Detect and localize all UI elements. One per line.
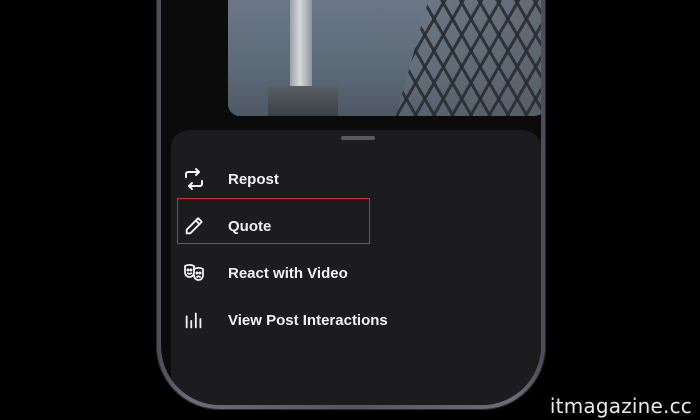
theater-masks-icon [181,260,207,286]
repost-icon [181,166,207,192]
menu-item-view-post-interactions-label: View Post Interactions [228,311,388,329]
post-media-image[interactable] [228,0,541,116]
sheet-grabber-handle[interactable] [341,136,375,140]
menu-item-repost-label: Repost [228,170,279,188]
watermark-text: itmagazine.cc [549,394,692,418]
media-rocket-base [268,86,338,116]
menu-item-repost[interactable]: Repost [171,159,541,199]
menu-item-view-post-interactions[interactable]: View Post Interactions [171,300,541,340]
menu-item-react-with-video-label: React with Video [228,264,348,282]
highlight-annotation-box [177,198,370,244]
media-rocket [290,0,312,98]
phone-screen: Repost Quote React with Video View Post … [161,0,541,405]
menu-item-react-with-video[interactable]: React with Video [171,253,541,293]
action-bottom-sheet: Repost Quote React with Video View Post … [171,130,541,405]
phone-frame: Repost Quote React with Video View Post … [156,0,546,410]
bar-chart-icon [181,307,207,333]
